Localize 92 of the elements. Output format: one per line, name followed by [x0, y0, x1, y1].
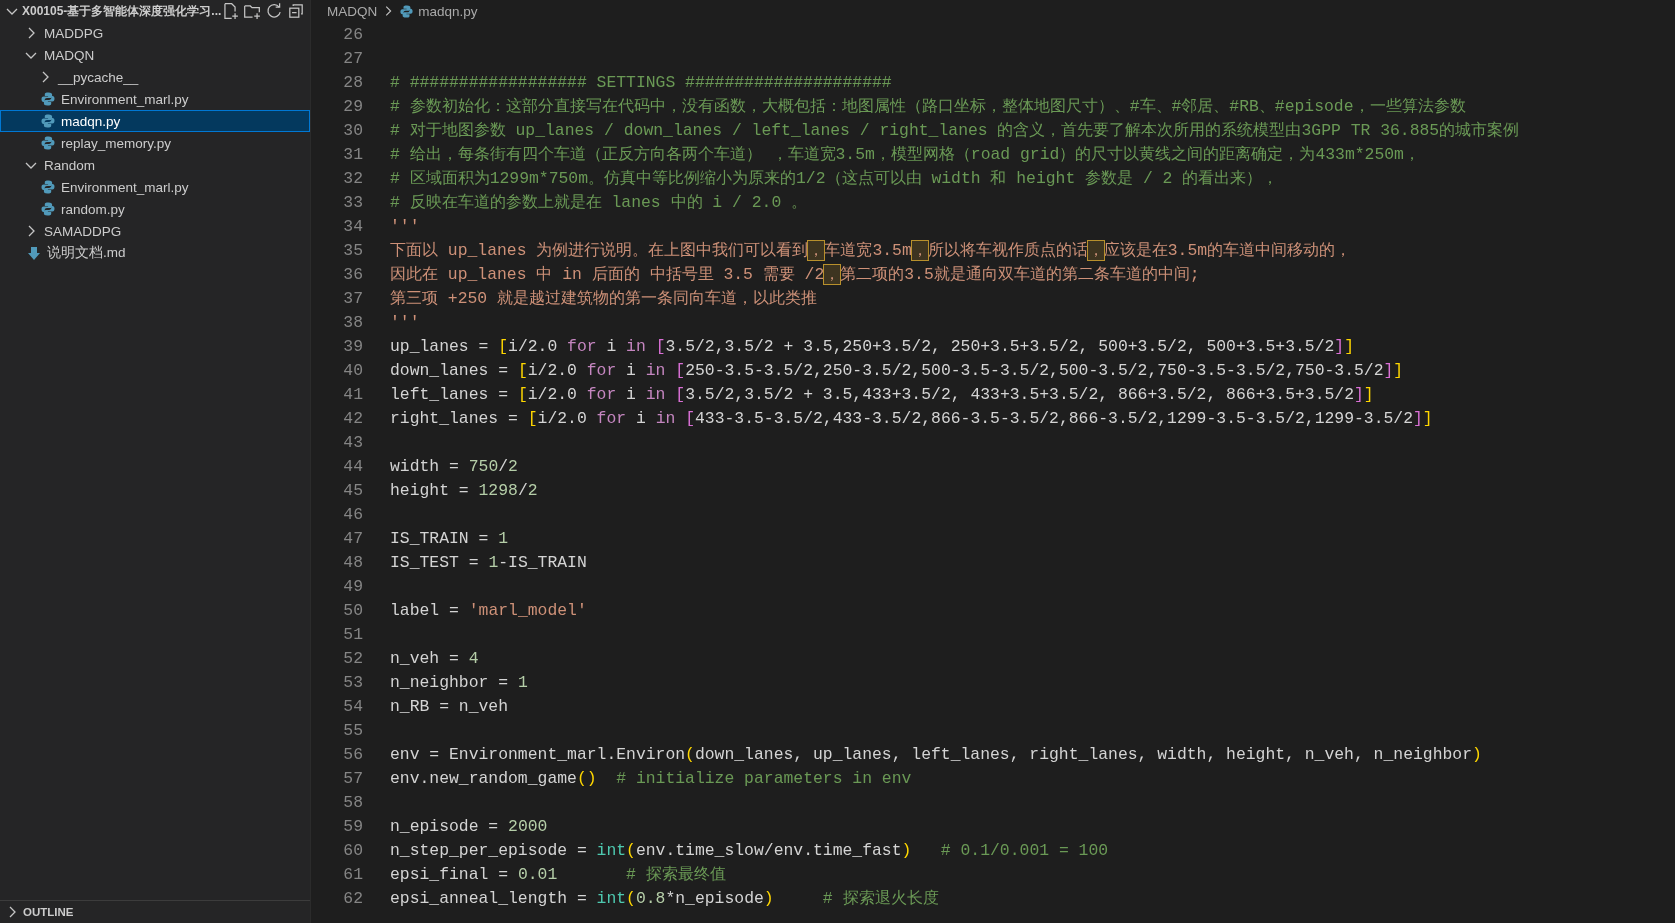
code-line: n_neighbor = 1 [390, 672, 528, 692]
python-file-icon [40, 113, 56, 129]
code-line: epsi_anneal_length = int(0.8*n_episode) # 探索退火长度 [390, 888, 939, 909]
code-line: 下面以 up_lanes 为例进行说明。在上图中我们可以看到，车道宽3.5m，所以将车视作质点的话，应该是在3.5m的车道中间移动的， [390, 240, 1352, 261]
breadcrumb[interactable]: madqn.py [399, 3, 478, 19]
collapse-all-icon[interactable] [287, 2, 306, 20]
line-number: 36 [342, 264, 363, 284]
python-file-icon [40, 179, 56, 195]
tree-item[interactable]: __pycache__ [0, 66, 310, 88]
folder-title[interactable]: X00105-基于多智能体深度强化学习... [22, 2, 222, 20]
code-line: n_veh = 4 [390, 648, 479, 668]
breadcrumb[interactable]: MADQN [327, 3, 378, 19]
line-number: 45 [342, 480, 363, 500]
code-line: n_RB = n_veh [390, 696, 509, 716]
line-number: 61 [342, 864, 363, 884]
line-number: 60 [342, 840, 363, 860]
arrow-down-icon [26, 245, 42, 261]
outline-header[interactable]: OUTLINE [0, 901, 310, 923]
code-line: n_episode = 2000 [390, 816, 548, 836]
line-number: 57 [342, 768, 363, 788]
code-line: ''' [390, 216, 420, 236]
line-number: 62 [342, 888, 363, 908]
code-line: width = 750/2 [390, 456, 518, 476]
tree-item[interactable]: random.py [0, 198, 310, 220]
line-number: 28 [342, 72, 363, 92]
line-number: 26 [342, 24, 363, 44]
line-number: 41 [342, 384, 363, 404]
tree-item[interactable]: 说明文档.md [0, 242, 310, 264]
code-line: left_lanes = [i/2.0 for i in [3.5/2,3.5/2 + 3.5,433+3.5/2, 433+3.5+3.5/2, 866+3.5/2, 866+3.5+3.5/2]] [390, 384, 1374, 404]
tree-item[interactable]: Environment_marl.py [0, 88, 310, 110]
tree-item[interactable]: madqn.py [0, 110, 310, 132]
code-line: env = Environment_marl.Environ(down_lanes, up_lanes, left_lanes, right_lanes, width, height, n_veh, n_neighbor) [390, 744, 1482, 764]
line-number: 42 [342, 408, 363, 428]
tree-item[interactable]: SAMADDPG [0, 220, 310, 242]
line-number: 51 [342, 624, 363, 644]
code-line: epsi_final = 0.01 # 探索最终值 [390, 864, 726, 885]
code-line: ''' [390, 312, 420, 332]
python-file-icon [40, 91, 56, 107]
refresh-icon[interactable] [265, 2, 284, 20]
tree-item[interactable]: Random [0, 154, 310, 176]
python-file-icon [40, 135, 56, 151]
line-number: 52 [342, 648, 363, 668]
line-number: 59 [342, 816, 363, 836]
code-line: IS_TRAIN = 1 [390, 528, 509, 548]
code-line: down_lanes = [i/2.0 for i in [250-3.5-3.5/2,250-3.5/2,500-3.5-3.5/2,500-3.5/2,750-3.5-3.5/2,750-3.5/2]] [390, 360, 1404, 380]
line-number: 53 [342, 672, 363, 692]
tree-item[interactable]: Environment_marl.py [0, 176, 310, 198]
code-line: label = 'marl_model' [390, 600, 587, 620]
new-folder-icon[interactable] [243, 2, 262, 20]
line-number: 58 [342, 792, 363, 812]
line-number: 27 [342, 48, 363, 68]
line-number: 37 [342, 288, 363, 308]
line-number: 34 [342, 216, 363, 236]
line-number: 29 [342, 96, 363, 116]
new-file-icon[interactable] [221, 2, 240, 20]
line-number: 39 [342, 336, 363, 356]
line-number: 30 [342, 120, 363, 140]
tree-item[interactable]: MADDPG [0, 22, 310, 44]
code-line: 第三项 +250 就是越过建筑物的第一条同向车道，以此类推 [390, 288, 818, 309]
line-number: 44 [342, 456, 363, 476]
code-line: # 区域面积为1299m*750m。仿真中等比例缩小为原来的1/2（这点可以由 width 和 height 参数是 / 2 的看出来）， [390, 168, 1279, 189]
code-line: # 参数初始化：这部分直接写在代码中，没有函数，大概包括：地图属性（路口坐标，整体地图尺寸）、#车、#邻居、#RB、#episode，一些算法参数 [390, 96, 1466, 117]
line-number: 54 [342, 696, 363, 716]
line-number: 40 [342, 360, 363, 380]
line-number: 48 [342, 552, 363, 572]
code-line: env.new_random_game() # initialize parameters in env [390, 768, 912, 788]
code-line: # ################## SETTINGS ##################### [390, 72, 892, 92]
python-file-icon [399, 3, 415, 19]
line-number: 38 [342, 312, 363, 332]
tree-item[interactable]: MADQN [0, 44, 310, 66]
code-line: height = 1298/2 [390, 480, 538, 500]
line-number: 49 [342, 576, 363, 596]
line-number: 47 [342, 528, 363, 548]
code-line: # 反映在车道的参数上就是在 lanes 中的 i / 2.0 。 [390, 192, 808, 213]
code-line: IS_TEST = 1-IS_TRAIN [390, 552, 587, 572]
line-number: 35 [342, 240, 363, 260]
code-line: right_lanes = [i/2.0 for i in [433-3.5-3.5/2,433-3.5/2,866-3.5-3.5/2,866-3.5/2,1299-3.5-3.5/2,1299-3.5/2]] [390, 408, 1433, 428]
line-number: 31 [342, 144, 363, 164]
tree-item[interactable]: replay_memory.py [0, 132, 310, 154]
code-line: up_lanes = [i/2.0 for i in [3.5/2,3.5/2 + 3.5,250+3.5/2, 250+3.5+3.5/2, 500+3.5/2, 500+3.5+3.5/2]] [390, 336, 1354, 356]
code-line: 因此在 up_lanes 中 in 后面的 中括号里 3.5 需要 /2，第二项的3.5就是通向双车道的第二条车道的中间; [390, 264, 1200, 285]
line-number: 33 [342, 192, 363, 212]
line-number: 46 [342, 504, 363, 524]
code-line: # 给出，每条街有四个车道（正反方向各两个车道） ，车道宽3.5m，模型网格（road grid）的尺寸以黄线之间的距离确定，为433m*250m， [390, 144, 1420, 165]
line-number: 50 [342, 600, 363, 620]
line-number: 56 [342, 744, 363, 764]
code-line: n_step_per_episode = int(env.time_slow/env.time_fast) # 0.1/0.001 = 100 [390, 840, 1109, 860]
code-line: # 对于地图参数 up_lanes / down_lanes / left_lanes / right_lanes 的含义，首先要了解本次所用的系统模型由3GPP TR 36.885的城市案例 [390, 120, 1520, 141]
python-file-icon [40, 201, 56, 217]
line-number: 32 [342, 168, 363, 188]
line-number: 55 [342, 720, 363, 740]
line-number: 43 [342, 432, 363, 452]
